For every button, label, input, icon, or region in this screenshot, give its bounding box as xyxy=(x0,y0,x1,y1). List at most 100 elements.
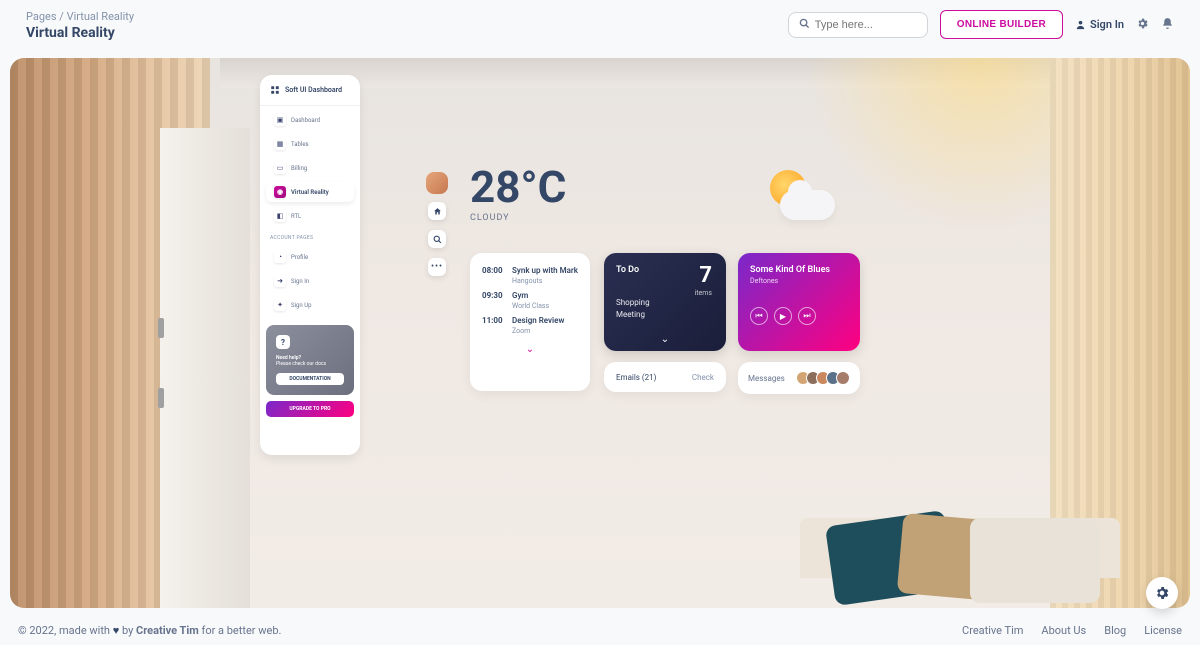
page-title: Virtual Reality xyxy=(26,25,134,41)
footer-link-creative-tim[interactable]: Creative Tim xyxy=(962,624,1023,637)
search-input[interactable] xyxy=(815,19,917,31)
sidebar-item-tables[interactable]: ▦Tables xyxy=(266,134,354,154)
schedule-card: 08:00 Synk up with MarkHangouts 09:30 Gy… xyxy=(470,253,590,391)
avatar[interactable] xyxy=(426,172,448,194)
next-button[interactable]: ⏭ xyxy=(798,307,816,325)
sidebar-item-label: Tables xyxy=(291,141,309,148)
help-card: ? Need help? Please check our docs DOCUM… xyxy=(266,325,354,395)
sidenav-brand[interactable]: Soft UI Dashboard xyxy=(260,75,360,106)
footer-copyright: © 2022, made with ♥ by Creative Tim for … xyxy=(18,624,281,637)
play-icon: ▶ xyxy=(780,312,786,321)
footer-link-blog[interactable]: Blog xyxy=(1104,624,1126,637)
more-pill[interactable]: ••• xyxy=(428,258,446,276)
breadcrumb: Pages / Virtual Reality xyxy=(26,10,134,23)
music-title: Some Kind Of Blues xyxy=(750,265,848,275)
signup-icon: ✦ xyxy=(274,299,286,311)
prev-icon: ⏮ xyxy=(755,311,762,321)
condition: CLOUDY xyxy=(470,213,566,223)
footer: © 2022, made with ♥ by Creative Tim for … xyxy=(0,616,1200,645)
online-builder-button[interactable]: ONLINE BUILDER xyxy=(940,10,1063,39)
emails-check-link[interactable]: Check xyxy=(692,373,714,382)
sidebar-item-label: Virtual Reality xyxy=(291,189,329,196)
sidebar-item-profile[interactable]: ◔ Profile xyxy=(266,247,354,267)
user-icon xyxy=(1075,19,1086,30)
sidebar-item-label: RTL xyxy=(291,213,301,220)
search-box[interactable] xyxy=(788,12,928,38)
schedule-row[interactable]: 11:00 Design Review Zoom xyxy=(470,313,590,338)
schedule-expand[interactable]: ⌄ xyxy=(470,344,590,355)
search-pill[interactable] xyxy=(428,230,446,248)
footer-link-about[interactable]: About Us xyxy=(1041,624,1086,637)
messages-card[interactable]: Messages xyxy=(738,362,860,394)
search-icon xyxy=(799,18,810,32)
sidenav: Soft UI Dashboard ▣ Dashboard ▦Tables ▭ Bi… xyxy=(260,75,360,455)
brand-label: Soft UI Dashboard xyxy=(285,86,342,94)
breadcrumb-parent[interactable]: Pages xyxy=(26,10,57,23)
upgrade-button[interactable]: UPGRADE TO PRO xyxy=(266,401,354,417)
signin-link[interactable]: Sign In xyxy=(1075,18,1124,31)
todo-expand[interactable]: ⌄ xyxy=(661,334,669,345)
sidebar-section: ACCOUNT PAGES xyxy=(260,230,360,243)
schedule-time: 08:00 xyxy=(482,266,506,285)
schedule-title: Gym xyxy=(512,291,549,300)
settings-icon[interactable] xyxy=(1136,15,1149,34)
home-icon xyxy=(433,207,442,216)
music-artist: Deftones xyxy=(750,277,848,285)
weather-icon xyxy=(760,170,840,230)
profile-icon: ◔ xyxy=(274,251,286,263)
schedule-title: Design Review xyxy=(512,316,564,325)
schedule-title: Synk up with Mark xyxy=(512,266,578,275)
bell-icon[interactable] xyxy=(1161,15,1174,34)
signin-icon: ➜ xyxy=(274,275,286,287)
sidebar-item-label: Sign In xyxy=(291,278,309,285)
sidebar-item-dashboard[interactable]: ▣ Dashboard xyxy=(266,110,354,130)
next-icon: ⏭ xyxy=(803,311,810,321)
rtl-icon: ◧ xyxy=(274,210,286,222)
footer-brand[interactable]: Creative Tim xyxy=(136,624,199,637)
avatar[interactable] xyxy=(836,371,850,385)
weather-widget: 28°C CLOUDY xyxy=(470,165,566,223)
sidebar-item-label: Sign Up xyxy=(291,302,311,309)
sidebar-item-label: Profile xyxy=(291,254,308,261)
sidebar-item-label: Dashboard xyxy=(291,117,320,124)
emails-card: Emails (21) Check xyxy=(604,362,726,392)
breadcrumb-sep: / xyxy=(59,10,64,23)
home-pill[interactable] xyxy=(428,202,446,220)
music-card: Some Kind Of Blues Deftones ⏮ ▶ ⏭ xyxy=(738,253,860,351)
signin-label: Sign In xyxy=(1090,18,1124,31)
brand-icon xyxy=(270,85,280,95)
todo-list: Shopping Meeting xyxy=(616,297,714,321)
help-sub: Please check our docs xyxy=(276,361,344,367)
sidebar-item-virtual-reality[interactable]: ◉Virtual Reality xyxy=(266,182,354,202)
question-icon: ? xyxy=(276,335,290,349)
play-button[interactable]: ▶ xyxy=(774,307,792,325)
todo-card: To Do 7 items Shopping Meeting ⌄ xyxy=(604,253,726,351)
documentation-button[interactable]: DOCUMENTATION xyxy=(276,373,344,385)
todo-list-item: Shopping xyxy=(616,297,714,309)
sidebar-item-label: Billing xyxy=(291,165,307,172)
todo-list-item: Meeting xyxy=(616,309,714,321)
sidebar-item-rtl[interactable]: ◧ RTL xyxy=(266,206,354,226)
schedule-row[interactable]: 09:30 GymWorld Class xyxy=(470,288,590,313)
chevron-down-icon: ⌄ xyxy=(526,344,534,355)
schedule-row[interactable]: 08:00 Synk up with Mark Hangouts xyxy=(470,263,590,288)
sidebar-item-signin[interactable]: ➜ Sign In xyxy=(266,271,354,291)
todo-count: 7 xyxy=(699,263,712,288)
footer-link-license[interactable]: License xyxy=(1144,624,1182,637)
configurator-button[interactable] xyxy=(1146,577,1178,609)
messages-label: Messages xyxy=(748,374,785,383)
schedule-sub: Zoom xyxy=(512,327,564,335)
schedule-sub: World Class xyxy=(512,302,549,310)
card-icon: ▭ xyxy=(274,162,286,174)
schedule-sub: Hangouts xyxy=(512,277,578,285)
avatar-group xyxy=(796,371,850,385)
search-icon xyxy=(433,235,442,244)
prev-button[interactable]: ⏮ xyxy=(750,307,768,325)
todo-items-label: items xyxy=(695,289,712,297)
sidebar-item-billing[interactable]: ▭ Billing xyxy=(266,158,354,178)
schedule-time: 11:00 xyxy=(482,316,506,335)
shop-icon: ▣ xyxy=(274,114,286,126)
sidebar-item-signup[interactable]: ✦ Sign Up xyxy=(266,295,354,315)
emails-label: Emails (21) xyxy=(616,373,656,382)
chevron-down-icon: ⌄ xyxy=(661,334,669,345)
